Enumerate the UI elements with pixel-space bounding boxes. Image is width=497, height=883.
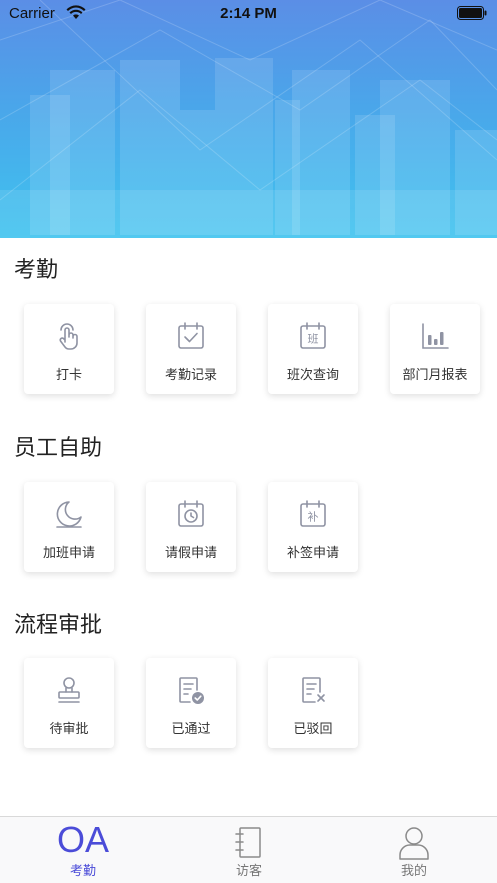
calendar-check-icon: [178, 322, 204, 349]
tile-dept-monthly-report[interactable]: 部门月报表: [390, 304, 480, 394]
calendar-clock-icon: [178, 500, 204, 527]
tab-label: 我的: [400, 864, 427, 879]
tile-clock-in[interactable]: 打卡: [24, 304, 114, 394]
tile-label: 班次查询: [286, 368, 339, 383]
document-rejected-icon: [302, 677, 325, 703]
section-title-approval: 流程审批: [14, 613, 103, 638]
tab-profile[interactable]: 我的: [331, 817, 497, 883]
city-skyline-image: [0, 0, 497, 238]
tile-approved[interactable]: 已通过: [146, 658, 236, 748]
document-approved-icon: [179, 677, 204, 704]
tile-pending-approval[interactable]: 待审批: [24, 658, 114, 748]
tab-visitor[interactable]: 访客: [166, 817, 332, 883]
tile-rejected[interactable]: 已驳回: [268, 658, 358, 748]
battery-icon: [457, 6, 487, 20]
tile-overtime-request[interactable]: 加班申请: [24, 482, 114, 572]
tile-attendance-record[interactable]: 考勤记录: [146, 304, 236, 394]
tile-label: 请假申请: [164, 546, 217, 561]
section-title-attendance: 考勤: [14, 258, 59, 283]
moon-icon: [56, 501, 82, 528]
section-title-self-service: 员工自助: [14, 436, 103, 461]
tile-shift-query[interactable]: 班 班次查询: [268, 304, 358, 394]
notebook-icon: [235, 827, 261, 858]
status-time: 2:14 PM: [220, 5, 277, 22]
tab-bar: OA 考勤 访客 我的: [0, 816, 497, 883]
tab-label: 考勤: [69, 864, 96, 879]
oa-logo-icon: OA: [56, 819, 109, 860]
tile-label: 已驳回: [293, 722, 333, 737]
tab-attendance[interactable]: OA 考勤: [0, 817, 166, 883]
bar-chart-icon: [422, 323, 449, 349]
hero-banner: [0, 0, 497, 238]
tile-label: 考勤记录: [164, 368, 217, 383]
tile-label: 打卡: [55, 368, 82, 383]
tile-label: 待审批: [49, 722, 89, 737]
finger-tap-icon: [59, 323, 78, 350]
calendar-glyph-supplement: 补: [308, 511, 319, 524]
tile-leave-request[interactable]: 请假申请: [146, 482, 236, 572]
person-icon: [399, 827, 429, 860]
tab-label: 访客: [235, 864, 262, 879]
calendar-shift-icon: 班: [300, 322, 326, 349]
calendar-supplement-icon: 补: [300, 500, 326, 527]
tile-label: 补签申请: [286, 546, 339, 561]
calendar-glyph-shift: 班: [308, 333, 319, 346]
tile-label: 加班申请: [42, 546, 95, 561]
tile-label: 已通过: [171, 722, 211, 737]
tile-label: 部门月报表: [402, 368, 468, 383]
status-bar: Carrier 2:14 PM: [0, 0, 497, 28]
stamp-icon: [58, 677, 80, 703]
tile-supplement-request[interactable]: 补 补签申请: [268, 482, 358, 572]
